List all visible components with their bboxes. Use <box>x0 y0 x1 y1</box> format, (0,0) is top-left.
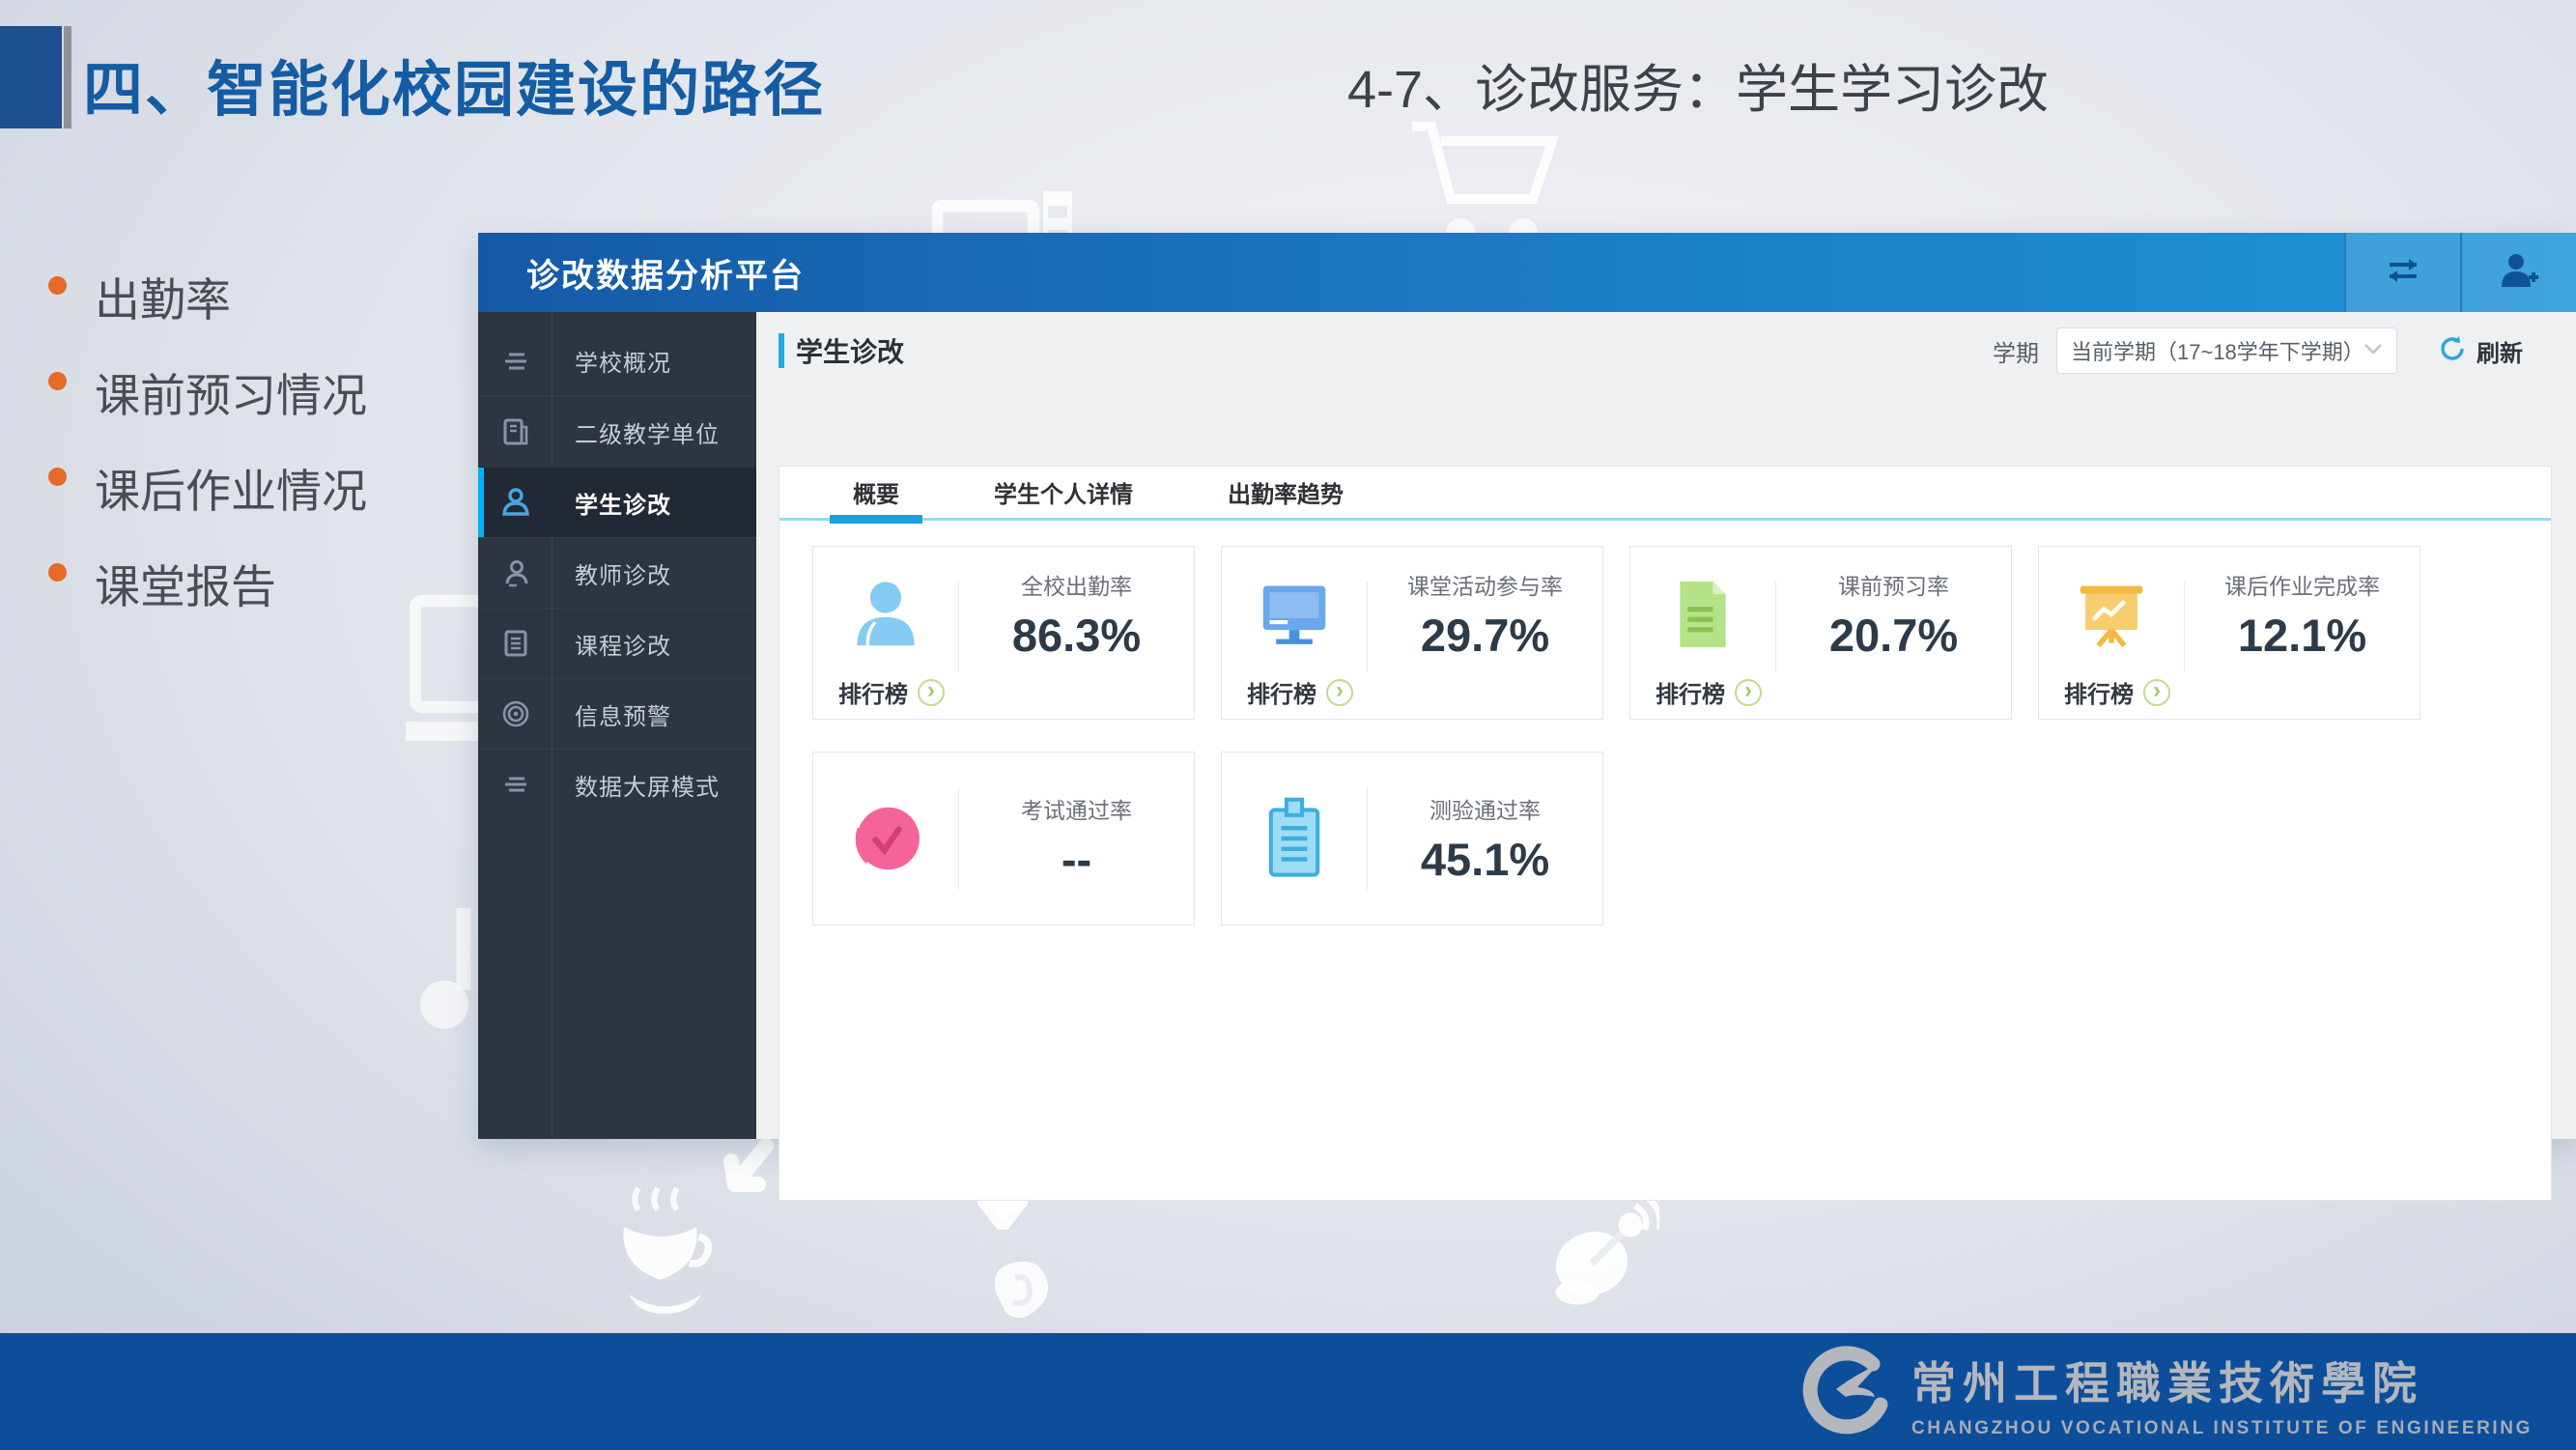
app-header: 诊改数据分析平台 <box>478 233 2576 312</box>
person-icon <box>813 547 958 682</box>
stat-card-quiz-pass: 测验通过率 45.1% <box>1221 752 1603 925</box>
stat-card-class-activity: 课堂活动参与率 29.7% 排行榜 › <box>1221 546 1603 720</box>
card-label: 课前预习率 <box>1838 568 1949 601</box>
section-title: 四、智能化校园建设的路径 <box>83 41 825 128</box>
bullet-text: 课堂报告 <box>95 550 276 616</box>
stat-card-exam-pass: 考试通过率 -- <box>812 752 1195 925</box>
tab-bar: 概要 学生个人详情 出勤率趋势 <box>779 467 2551 521</box>
tab-overview[interactable]: 概要 <box>830 467 922 518</box>
clipboard-icon <box>1222 753 1367 924</box>
refresh-button[interactable]: 刷新 <box>2438 334 2523 368</box>
sidebar-item-school-overview[interactable]: 学校概况 <box>478 326 756 396</box>
semester-select[interactable]: 当前学期（17~18学年下学期） <box>2056 327 2397 374</box>
arrow-right-circle-icon: › <box>1735 679 1762 706</box>
stat-card-homework: 课后作业完成率 12.1% 排行榜 › <box>2038 546 2420 720</box>
ranking-link[interactable]: 排行榜 › <box>838 675 945 709</box>
bullet-text: 课前预习情况 <box>95 358 367 425</box>
course-document-icon <box>500 628 531 659</box>
heading-accent-bar <box>778 333 784 368</box>
school-logo-icon <box>1798 1345 1894 1442</box>
teaching-unit-icon <box>500 416 531 447</box>
sidebar-item-course-diagnosis[interactable]: 课程诊改 <box>478 608 756 678</box>
ranking-link[interactable]: 排行榜 › <box>2064 675 2170 709</box>
app-title: 诊改数据分析平台 <box>526 249 805 297</box>
arrow-sw-watermark-icon <box>708 1138 778 1223</box>
sidebar-item-teacher-diagnosis[interactable]: 教师诊改 <box>478 537 756 608</box>
card-label: 课后作业完成率 <box>2224 568 2380 601</box>
refresh-label: 刷新 <box>2477 334 2523 368</box>
ranking-link[interactable]: 排行榜 › <box>1247 675 1353 709</box>
card-label: 考试通过率 <box>1021 792 1132 825</box>
slide: 四、智能化校园建设的路径 4-7、诊改服务：学生学习诊改 出勤率 课前预习情况 … <box>0 0 2576 1450</box>
bullet-item: 出勤率 <box>48 263 367 358</box>
tab-attendance-trend[interactable]: 出勤率趋势 <box>1204 467 1367 518</box>
chevron-down-icon <box>2364 342 2383 360</box>
refresh-icon <box>2438 334 2467 368</box>
presentation-chart-icon <box>2039 547 2184 682</box>
overview-list-icon <box>500 346 531 377</box>
toolbar: 学期 当前学期（17~18学年下学期） 刷新 <box>1993 327 2523 374</box>
hand-watermark-icon <box>981 1244 1059 1331</box>
bullet-text: 课后作业情况 <box>95 454 367 521</box>
swap-icon <box>2382 255 2424 291</box>
big-screen-icon <box>500 769 531 800</box>
card-value: 86.3% <box>1012 609 1141 662</box>
main-content: 学生诊改 学期 当前学期（17~18学年下学期） 刷新 概要 学生个人详情 出勤… <box>756 312 2576 1139</box>
stat-card-preview: 课前预习率 20.7% 排行榜 › <box>1629 546 2012 720</box>
card-value: 45.1% <box>1421 833 1549 886</box>
student-person-icon <box>500 487 531 518</box>
monitor-icon <box>1222 547 1367 682</box>
sidebar-item-big-screen-mode[interactable]: 数据大屏模式 <box>478 749 756 819</box>
bullet-text: 出勤率 <box>95 263 231 329</box>
semester-label: 学期 <box>1993 334 2039 368</box>
tab-student-detail[interactable]: 学生个人详情 <box>971 467 1156 518</box>
satellite-watermark-icon <box>1543 1186 1659 1307</box>
bullet-item: 课堂报告 <box>48 550 367 645</box>
bullet-dot-icon <box>48 468 67 486</box>
school-logo: 常州工程職業技術學院 CHANGZHOU VOCATIONAL INSTITUT… <box>1798 1345 2533 1442</box>
school-name-cn: 常州工程職業技術學院 <box>1911 1349 2533 1412</box>
card-value: 20.7% <box>1829 609 1958 662</box>
school-name-en: CHANGZHOU VOCATIONAL INSTITUTE OF ENGINE… <box>1911 1418 2533 1439</box>
music-note-watermark-icon <box>401 903 483 1034</box>
footer-bar: 常州工程職業技術學院 CHANGZHOU VOCATIONAL INSTITUT… <box>0 1333 2576 1450</box>
document-icon <box>1630 547 1775 682</box>
arrow-right-circle-icon: › <box>918 679 945 706</box>
summary-panel: 概要 学生个人详情 出勤率趋势 全校出勤率 86.3% <box>778 466 2552 1201</box>
bullet-item: 课后作业情况 <box>48 454 367 550</box>
bullet-item: 课前预习情况 <box>48 358 367 454</box>
card-label: 全校出勤率 <box>1021 568 1132 601</box>
sidebar: 学校概况 二级教学单位 学生诊改 教师诊改 课程诊改 信息预警 <box>478 312 756 1139</box>
card-label: 课堂活动参与率 <box>1407 568 1563 601</box>
bullet-dot-icon <box>48 563 67 582</box>
arrow-right-circle-icon: › <box>2143 679 2170 706</box>
coffee-cup-watermark-icon <box>614 1183 716 1328</box>
sidebar-item-info-warning[interactable]: 信息预警 <box>478 678 756 749</box>
bullet-dot-icon <box>48 276 67 295</box>
sidebar-item-student-diagnosis[interactable]: 学生诊改 <box>478 467 756 537</box>
card-label: 测验通过率 <box>1430 792 1541 825</box>
card-value: -- <box>1062 833 1091 886</box>
title-accent-square <box>0 26 62 128</box>
user-button[interactable] <box>2460 233 2576 312</box>
title-accent-bar <box>64 26 71 128</box>
card-value: 29.7% <box>1421 609 1549 662</box>
swap-button[interactable] <box>2344 233 2460 312</box>
app-window: 诊改数据分析平台 学校概况 <box>478 233 2576 1139</box>
bullet-dot-icon <box>48 372 67 390</box>
teacher-person-icon <box>500 557 531 588</box>
page-heading: 学生诊改 <box>778 331 904 370</box>
ranking-link[interactable]: 排行榜 › <box>1656 675 1762 709</box>
semester-value: 当前学期（17~18学年下学期） <box>2071 335 2364 366</box>
bullet-list: 出勤率 课前预习情况 课后作业情况 课堂报告 <box>48 263 367 645</box>
arrow-right-circle-icon: › <box>1326 679 1353 706</box>
user-plus-icon <box>2500 252 2538 294</box>
stat-card-attendance: 全校出勤率 86.3% 排行榜 › <box>812 546 1195 720</box>
alert-target-icon <box>500 698 531 729</box>
page-title: 学生诊改 <box>796 331 904 370</box>
check-circle-icon <box>813 753 958 924</box>
card-value: 12.1% <box>2238 609 2366 662</box>
sidebar-item-teaching-units[interactable]: 二级教学单位 <box>478 396 756 467</box>
